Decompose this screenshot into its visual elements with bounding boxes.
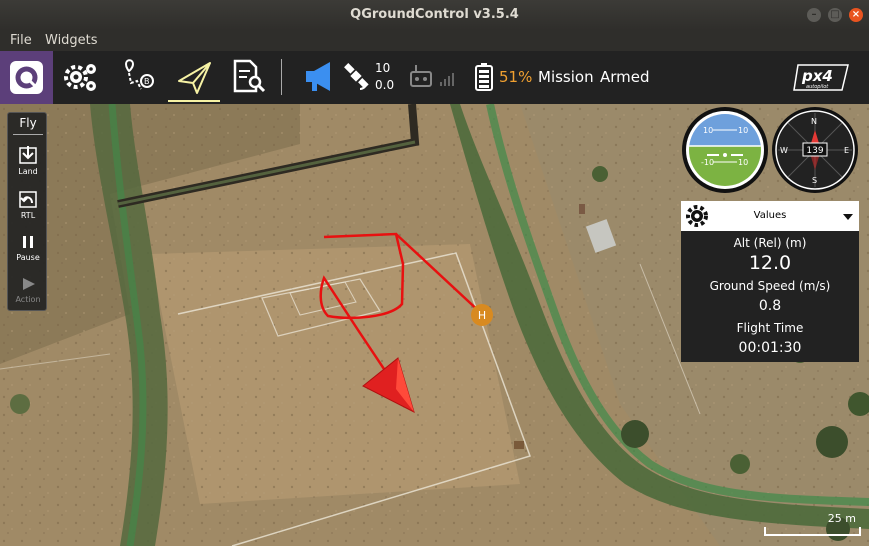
compass-w: W <box>780 146 788 155</box>
scale-label: 25 m <box>827 512 856 525</box>
pitch-label-tr: 10 <box>738 126 748 135</box>
battery-icon <box>475 63 493 91</box>
svg-text:px4: px4 <box>801 67 833 85</box>
px4-brand-icon: px4 autopilot <box>793 64 849 91</box>
fly-button[interactable] <box>172 51 217 104</box>
gps-indicator[interactable]: 10 0.0 <box>342 51 397 104</box>
flight-time-value: 00:01:30 <box>738 340 802 356</box>
compass-e: E <box>844 146 849 155</box>
pitch-label-bl: -10 <box>701 158 714 167</box>
megaphone-icon <box>306 62 330 91</box>
window-title: QGroundControl v3.5.4 <box>350 7 519 22</box>
qgroundcontrol-window: QGroundControl v3.5.4 – □ × File Widgets <box>0 0 869 546</box>
compass-s: S <box>812 176 817 185</box>
px4-logo: px4 autopilot <box>790 51 855 104</box>
land-button[interactable]: Land <box>8 143 48 179</box>
alt-label: Alt (Rel) (m) <box>733 236 807 250</box>
qgc-logo-icon <box>10 61 43 94</box>
values-widget-header: Values <box>681 201 859 231</box>
home-marker[interactable]: H <box>471 304 493 326</box>
alt-value: 12.0 <box>748 252 792 274</box>
home-label: H <box>478 309 486 322</box>
svg-text:autopilot: autopilot <box>806 84 829 90</box>
svg-text:B: B <box>144 77 150 86</box>
satellite-icon <box>344 63 369 90</box>
ground-speed-value: 0.8 <box>758 298 782 314</box>
rtl-label: RTL <box>20 211 36 220</box>
land-icon <box>19 146 37 164</box>
menu-widgets[interactable]: Widgets <box>45 33 98 48</box>
land-label: Land <box>18 167 38 176</box>
paper-plane-icon <box>178 62 211 94</box>
toolbar-separator <box>281 59 282 95</box>
pitch-label-br: 10 <box>738 158 748 167</box>
compass-indicator: N E S W 139 <box>771 106 859 194</box>
flight-mode-selector[interactable]: Mission <box>538 68 594 86</box>
rtl-icon <box>19 191 37 208</box>
values-widget: Values Alt (Rel) (m) 12.0 Ground Speed (… <box>681 201 859 362</box>
settings-button[interactable] <box>60 51 105 104</box>
minimize-button[interactable]: – <box>807 8 821 22</box>
menu-file[interactable]: File <box>10 33 32 48</box>
rc-rssi-indicator[interactable] <box>408 51 460 104</box>
gps-hdop: 0.0 <box>375 78 395 92</box>
close-button[interactable]: × <box>849 8 863 22</box>
battery-percent: 51% <box>499 68 533 86</box>
messages-indicator[interactable] <box>300 51 338 104</box>
attitude-indicator: 10 10 -10 10 <box>681 106 769 194</box>
pitch-label-tl: 10 <box>703 126 713 135</box>
battery-indicator[interactable]: 51% <box>472 51 532 104</box>
flight-time-label: Flight Time <box>736 321 804 335</box>
fly-tool-strip-title: Fly <box>19 116 37 130</box>
values-widget-title: Values <box>753 210 787 221</box>
menu-bar: File Widgets <box>0 30 869 51</box>
fly-tool-strip-divider <box>13 134 43 135</box>
title-bar: QGroundControl v3.5.4 – □ × <box>0 0 869 30</box>
action-label: Action <box>15 295 41 304</box>
heading-readout: 139 <box>806 146 823 156</box>
action-button[interactable]: Action <box>8 273 48 309</box>
document-search-icon <box>233 59 266 93</box>
map-scale: 25 m <box>764 510 861 540</box>
pause-icon <box>23 236 33 248</box>
gps-satellite-count: 10 <box>375 61 391 75</box>
plan-path-icon: B <box>124 59 154 90</box>
analyze-button[interactable] <box>230 51 270 104</box>
compass-n: N <box>811 117 817 126</box>
plan-button[interactable]: B <box>115 51 160 104</box>
chevron-down-icon[interactable] <box>841 210 855 224</box>
pause-label: Pause <box>16 253 40 262</box>
play-icon <box>23 278 35 290</box>
qgc-logo-button[interactable] <box>0 51 53 104</box>
rtl-button[interactable]: RTL <box>8 187 48 223</box>
active-tab-indicator <box>168 100 220 102</box>
ground-speed-label: Ground Speed (m/s) <box>709 279 831 293</box>
pause-button[interactable]: Pause <box>8 231 48 267</box>
maximize-button[interactable]: □ <box>828 8 842 22</box>
fly-tool-strip: Fly Land RTL Pause Action <box>7 112 47 311</box>
main-toolbar: B 10 0.0 51% Mission Armed px4 autopilot <box>0 51 869 104</box>
scale-bar <box>764 527 861 536</box>
rc-transmitter-icon <box>410 65 454 87</box>
armed-status[interactable]: Armed <box>600 68 650 86</box>
gear-icon <box>64 64 96 91</box>
